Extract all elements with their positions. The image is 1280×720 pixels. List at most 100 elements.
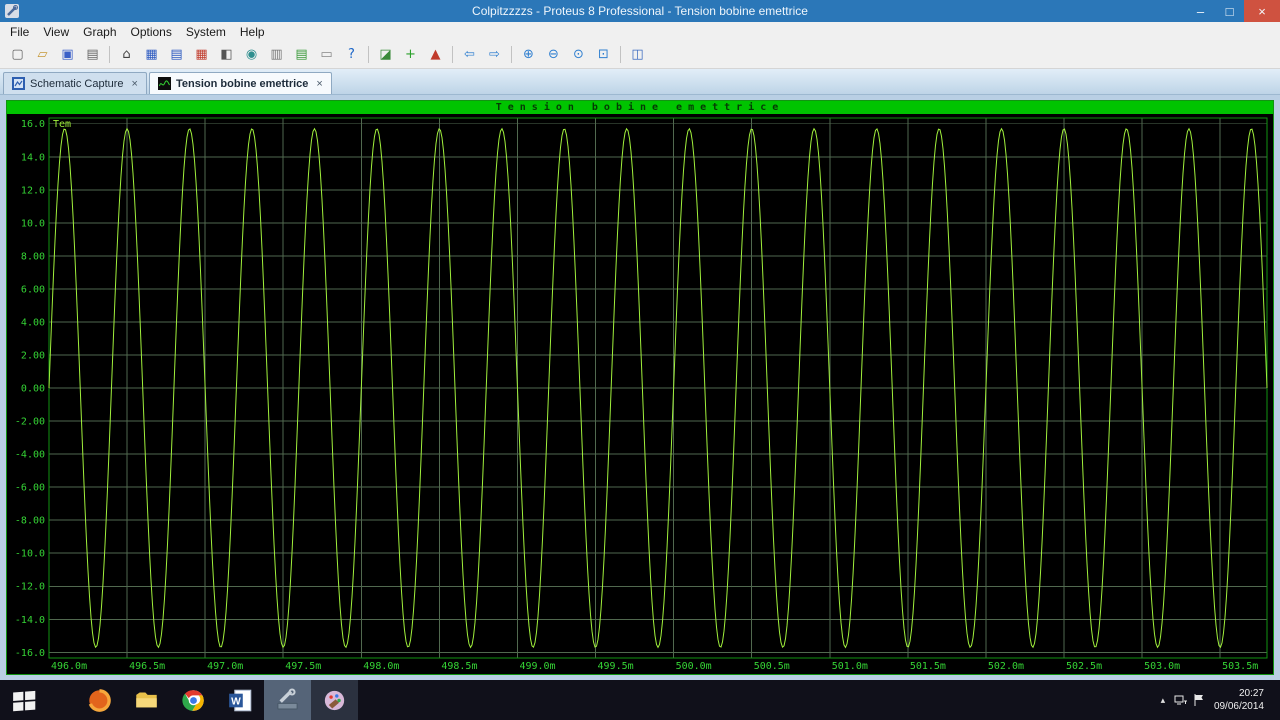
tab-bar: Schematic Capture × Tension bobine emettri… [0, 69, 1280, 95]
minimize-button[interactable]: – [1186, 0, 1215, 22]
svg-text:6.00: 6.00 [21, 284, 45, 295]
help-button[interactable]: ? [340, 43, 363, 66]
network-icon[interactable] [1172, 693, 1190, 707]
explorer-icon [134, 688, 159, 713]
browser-icon [87, 688, 112, 713]
action-center-flag-icon[interactable] [1190, 693, 1208, 707]
proteus-app-icon [5, 4, 19, 18]
new-sheet-button[interactable]: ▥ [265, 43, 288, 66]
new-project-button[interactable]: ▢ [6, 43, 29, 66]
toolbar-separator [620, 46, 621, 63]
svg-text:501.0m: 501.0m [832, 661, 868, 672]
3d-visualizer-button[interactable]: ◧ [215, 43, 238, 66]
taskbar-chrome-button[interactable] [170, 680, 217, 720]
import-project-button[interactable]: ▤ [81, 43, 104, 66]
zoom-in-icon: ⊕ [523, 47, 534, 62]
edit-graph-button[interactable]: ◪ [374, 43, 397, 66]
back-button[interactable]: ⇦ [458, 43, 481, 66]
menu-options[interactable]: Options [124, 24, 179, 40]
tab-label: Tension bobine emettrice [175, 77, 309, 90]
tray-icons: ▴ [1154, 693, 1208, 707]
zoom-in-button[interactable]: ⊕ [517, 43, 540, 66]
pcb-layout-button[interactable]: ▦ [190, 43, 213, 66]
svg-text:-4.00: -4.00 [15, 450, 45, 461]
design-notes-button[interactable]: ▤ [290, 43, 313, 66]
zoom-out-button[interactable]: ⊖ [542, 43, 565, 66]
bill-of-materials-icon: ▤ [170, 47, 183, 62]
menu-graph[interactable]: Graph [76, 24, 123, 40]
close-button[interactable]: × [1244, 0, 1280, 22]
svg-text:503.5m: 503.5m [1222, 661, 1258, 672]
isis-icon [12, 77, 25, 90]
svg-text:W: W [231, 696, 241, 707]
svg-text:8.00: 8.00 [21, 251, 45, 262]
svg-text:500.0m: 500.0m [676, 661, 712, 672]
waveform-plot[interactable]: 16.0 14.0 12.0 10.0 8.00 6.00 4.00 2.00 0.00 -2.0… [7, 114, 1273, 674]
taskbar-browser-button[interactable] [76, 680, 123, 720]
measure-button[interactable]: ▭ [315, 43, 338, 66]
svg-text:2.00: 2.00 [21, 351, 45, 362]
toolbar-separator [109, 46, 110, 63]
svg-text:16.0: 16.0 [21, 119, 45, 130]
svg-text:10.0: 10.0 [21, 218, 45, 229]
home-page-icon: ⌂ [122, 47, 131, 62]
svg-text:499.5m: 499.5m [598, 661, 634, 672]
window-controls: – □ × [1186, 0, 1280, 22]
analysis-graph-button[interactable]: ◫ [626, 43, 649, 66]
schematic-capture-button[interactable]: ▦ [140, 43, 163, 66]
simulate-graph-button[interactable]: ▲ [424, 43, 447, 66]
svg-text:-16.0: -16.0 [15, 648, 45, 659]
tab-label: Schematic Capture [30, 77, 124, 90]
svg-text:502.5m: 502.5m [1066, 661, 1102, 672]
design-notes-icon: ▤ [295, 47, 308, 62]
taskbar-clock[interactable]: 20:27 09/06/2014 [1214, 687, 1264, 714]
svg-text:497.0m: 497.0m [207, 661, 243, 672]
svg-text:502.0m: 502.0m [988, 661, 1024, 672]
trace-label: Tem [53, 119, 71, 130]
forward-button[interactable]: ⇨ [483, 43, 506, 66]
import-project-icon: ▤ [86, 47, 99, 62]
home-page-button[interactable]: ⌂ [115, 43, 138, 66]
tab-close-button[interactable]: × [132, 78, 138, 90]
menu-file[interactable]: File [3, 24, 36, 40]
taskbar-image-editor-button[interactable] [311, 680, 358, 720]
hidden-icons-chevron[interactable]: ▴ [1154, 695, 1172, 706]
save-project-button[interactable]: ▣ [56, 43, 79, 66]
paint-icon [322, 688, 347, 713]
zoom-area-button[interactable]: ⊡ [592, 43, 615, 66]
tab-close-button[interactable]: × [316, 78, 322, 90]
svg-text:499.0m: 499.0m [519, 661, 555, 672]
schematic-capture-icon: ▦ [145, 47, 158, 62]
restore-button[interactable]: □ [1215, 0, 1244, 22]
taskbar-start-button[interactable] [0, 680, 48, 720]
menu-view[interactable]: View [36, 24, 76, 40]
system-tray: ▴ 20:27 09/06/2014 [1154, 680, 1280, 720]
open-project-icon: ▱ [37, 47, 48, 62]
svg-text:496.0m: 496.0m [51, 661, 87, 672]
new-sheet-icon: ▥ [270, 47, 283, 62]
taskbar-word-button[interactable]: W [217, 680, 264, 720]
graph-title: Tension bobine emettrice [7, 101, 1273, 114]
toolbar-separator [511, 46, 512, 63]
menu-help[interactable]: Help [233, 24, 272, 40]
proteus-icon [275, 687, 300, 713]
open-project-button[interactable]: ▱ [31, 43, 54, 66]
add-trace-button[interactable]: + [399, 43, 422, 66]
svg-text:-14.0: -14.0 [15, 615, 45, 626]
tab-schematic-capture[interactable]: Schematic Capture × [3, 72, 147, 94]
zoom-extents-icon: ⊙ [573, 47, 584, 62]
svg-text:12.0: 12.0 [21, 185, 45, 196]
taskbar: W ▴ 20:27 09/06/2014 [0, 680, 1280, 720]
taskbar-proteus-button[interactable] [264, 680, 311, 720]
svg-text:-2.00: -2.00 [15, 417, 45, 428]
zoom-extents-button[interactable]: ⊙ [567, 43, 590, 66]
taskbar-file-explorer-button[interactable] [123, 680, 170, 720]
bill-of-materials-button[interactable]: ▤ [165, 43, 188, 66]
clock-time: 20:27 [1238, 687, 1264, 699]
toolbar-separator [368, 46, 369, 63]
menu-system[interactable]: System [179, 24, 233, 40]
tab-tension-bobine-emettrice[interactable]: Tension bobine emettrice × [148, 72, 332, 94]
design-explorer-button[interactable]: ◉ [240, 43, 263, 66]
title-bar: Colpitzzzzs - Proteus 8 Professional - T… [0, 0, 1280, 22]
taskbar-apps: W [0, 680, 358, 720]
